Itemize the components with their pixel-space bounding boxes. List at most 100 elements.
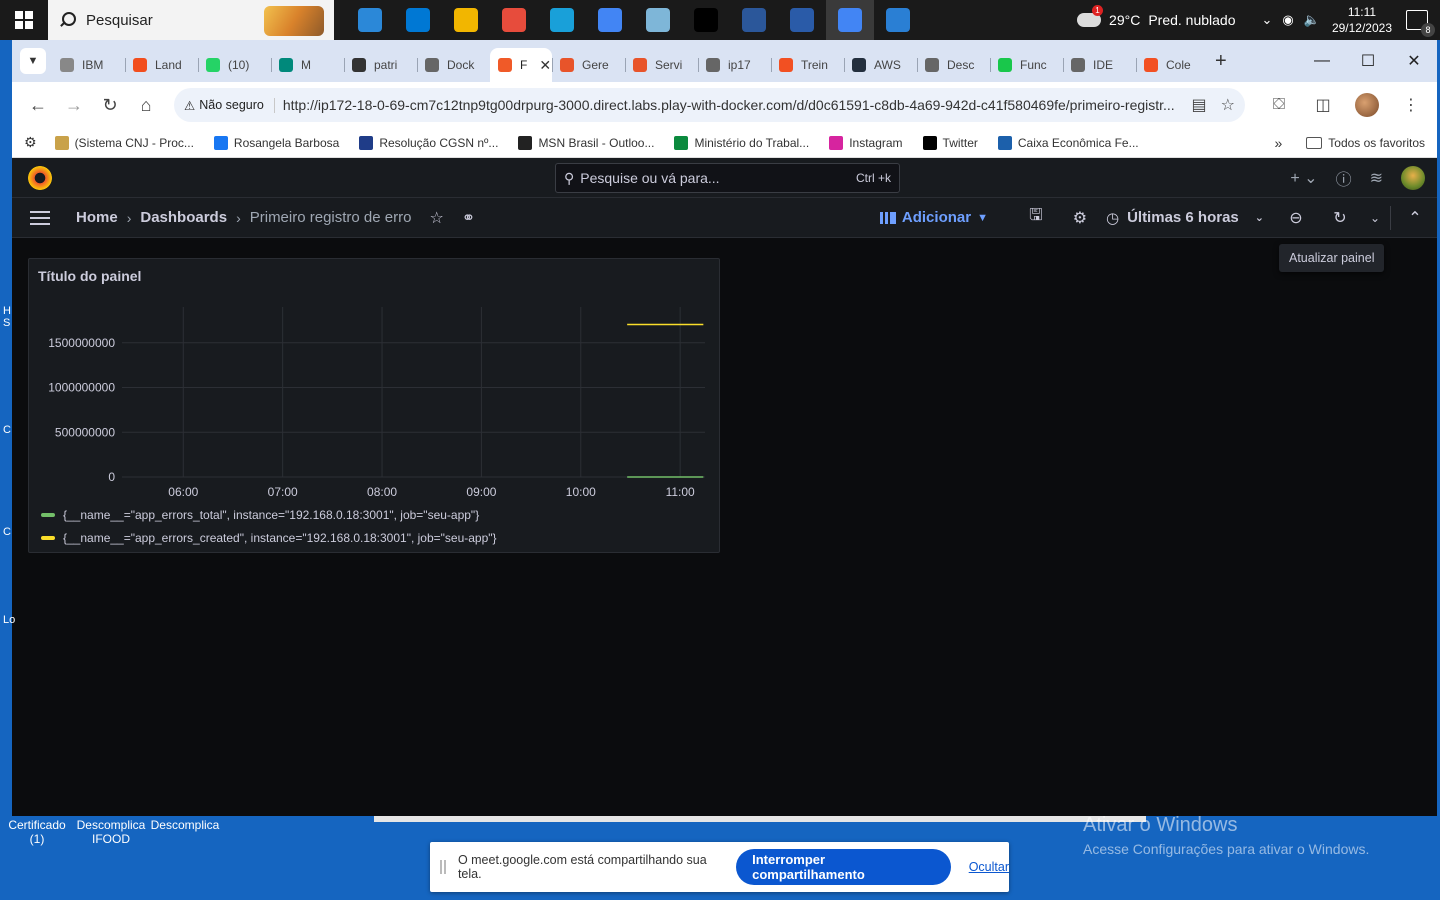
desktop-shortcut-label[interactable]: Descomplica IFOOD [74, 818, 148, 846]
browser-tab[interactable]: Land [125, 48, 198, 82]
save-dashboard-icon[interactable]: 🖫 [1014, 204, 1058, 231]
weather-widget[interactable]: 29°C Pred. nublado [1077, 5, 1236, 28]
settings-gear-icon[interactable]: ⚙ [1058, 208, 1102, 228]
news-feed-icon[interactable]: ≋ [1370, 168, 1383, 188]
clock[interactable]: 11:11 29/12/2023 [1332, 4, 1392, 36]
new-tab-button[interactable]: + [1215, 50, 1227, 73]
browser-tab[interactable]: Func [990, 48, 1063, 82]
desktop-shortcut-label[interactable]: Descomplica [148, 818, 222, 846]
url-text[interactable]: http://ip172-18-0-69-cm7c12tnp9tg00drpur… [283, 97, 1178, 113]
browser-tab[interactable]: Dock [417, 48, 490, 82]
time-series-chart[interactable]: 06:00 07:00 08:00 09:00 10:00 11:00 0 500000000… [29, 259, 721, 499]
speaker-icon[interactable]: 🔈 [1304, 12, 1320, 28]
security-indicator[interactable]: ⚠ Não seguro [184, 97, 275, 113]
bookmark-item[interactable]: Caixa Econômica Fe... [997, 135, 1139, 150]
back-button[interactable]: ← [22, 89, 54, 121]
legend-item[interactable]: {__name__="app_errors_created", instance… [41, 526, 497, 549]
browser-tab[interactable]: IDE [1063, 48, 1136, 82]
zoom-out-icon[interactable]: ⊖ [1274, 208, 1318, 228]
bookmark-item[interactable]: Ministério do Trabal... [674, 135, 809, 150]
bookmark-item[interactable]: Resolução CGSN nº... [359, 135, 498, 150]
system-tray[interactable]: ⌄ ◉ 🔈 [1262, 12, 1320, 28]
reload-button[interactable]: ↻ [94, 89, 126, 121]
browser-tab[interactable]: IBM [52, 48, 125, 82]
menu-icon[interactable]: ⋮ [1395, 89, 1427, 121]
user-avatar[interactable] [1401, 165, 1425, 190]
breadcrumb-home[interactable]: Home [76, 209, 118, 226]
browser-tab[interactable]: AWS [844, 48, 917, 82]
refresh-tooltip: Atualizar painel [1279, 244, 1385, 272]
minimize-button[interactable]: — [1299, 40, 1345, 82]
drag-handle-icon[interactable] [440, 860, 446, 874]
taskbar-search[interactable]: Pesquisar [48, 0, 334, 40]
close-tab-icon[interactable]: ✕ [539, 57, 551, 74]
bookmark-globe-icon[interactable]: ⚙ [24, 134, 37, 151]
menu-toggle-icon[interactable] [30, 207, 50, 229]
maximize-button[interactable]: ☐ [1345, 40, 1391, 82]
browser-tab[interactable]: F ✕ [490, 48, 552, 82]
tab-search-button[interactable]: ▼ [20, 48, 46, 74]
browser-tab[interactable]: Cole [1136, 48, 1209, 82]
search-shortcut: Ctrl +k [855, 171, 891, 185]
bookmark-item[interactable]: Twitter [922, 135, 978, 150]
start-button[interactable] [0, 0, 48, 40]
time-range-picker[interactable]: ◷ Últimas 6 horas ⌄ [1106, 209, 1264, 227]
stop-sharing-button[interactable]: Interromper compartilhamento [736, 849, 951, 885]
translate-icon[interactable]: ▤ [1192, 95, 1207, 115]
taskbar-app-0[interactable] [346, 0, 394, 40]
legend-item[interactable]: {__name__="app_errors_total", instance="… [41, 503, 497, 526]
taskbar-app-9[interactable] [778, 0, 826, 40]
taskbar-app-4[interactable] [538, 0, 586, 40]
refresh-interval-dropdown[interactable]: ⌄ [1362, 211, 1388, 225]
browser-tab[interactable]: patri [344, 48, 417, 82]
help-icon[interactable]: ⓘ [1336, 166, 1352, 190]
add-button[interactable]: Adicionar ▼ [879, 209, 988, 226]
profile-avatar[interactable] [1351, 89, 1383, 121]
hide-link[interactable]: Ocultar [969, 860, 1009, 874]
browser-tab[interactable]: Servi [625, 48, 698, 82]
forward-button[interactable]: → [58, 89, 90, 121]
taskbar-app-3[interactable] [490, 0, 538, 40]
taskbar-app-5[interactable] [586, 0, 634, 40]
close-window-button[interactable]: ✕ [1391, 40, 1437, 82]
browser-tab[interactable]: (10) [198, 48, 271, 82]
camera-icon[interactable]: ◉ [1282, 12, 1293, 28]
refresh-icon[interactable]: ↻ [1318, 208, 1362, 228]
bookmark-star-icon[interactable]: ☆ [1221, 95, 1235, 115]
grafana-search-input[interactable]: ⚲ Pesquise ou vá para... Ctrl +k [555, 163, 900, 193]
extensions-icon[interactable]: ⛋ [1263, 89, 1295, 121]
dashboard-panel[interactable]: Título do painel 06:00 07:00 08:00 09:00 10:… [28, 258, 720, 553]
taskbar-app-7[interactable] [682, 0, 730, 40]
browser-tab[interactable]: M [271, 48, 344, 82]
side-panel-icon[interactable]: ◫ [1307, 89, 1339, 121]
chevron-up-icon[interactable]: ⌄ [1262, 12, 1273, 28]
taskbar-app-11[interactable] [874, 0, 922, 40]
horizontal-scrollbar[interactable] [374, 816, 1146, 822]
bookmark-item[interactable]: Instagram [829, 135, 903, 150]
taskbar-app-10[interactable] [826, 0, 874, 40]
star-icon[interactable]: ☆ [429, 208, 443, 228]
taskbar-app-6[interactable] [634, 0, 682, 40]
bookmark-item[interactable]: Rosangela Barbosa [213, 135, 339, 150]
browser-tab[interactable]: Trein [771, 48, 844, 82]
home-button[interactable]: ⌂ [130, 89, 162, 121]
browser-tab[interactable]: ip17 [698, 48, 771, 82]
share-icon[interactable]: ⚭ [462, 208, 475, 228]
browser-tab[interactable]: Desc [917, 48, 990, 82]
more-bookmarks-button[interactable]: » [1274, 135, 1282, 151]
grafana-logo-icon[interactable] [28, 165, 52, 190]
address-bar[interactable]: ⚠ Não seguro http://ip172-18-0-69-cm7c12… [174, 88, 1245, 122]
taskbar-app-2[interactable] [442, 0, 490, 40]
bookmark-item[interactable]: (Sistema CNJ - Proc... [54, 135, 194, 150]
desktop-shortcut-label[interactable]: Certificado (1) [0, 818, 74, 846]
taskbar-app-1[interactable] [394, 0, 442, 40]
taskbar-app-8[interactable] [730, 0, 778, 40]
bookmark-item[interactable]: MSN Brasil - Outloo... [518, 135, 654, 150]
breadcrumb-dashboards[interactable]: Dashboards [140, 209, 227, 226]
windows-activation-watermark: Ativar o Windows Acesse Configurações pa… [1083, 814, 1369, 857]
browser-tab[interactable]: Gere [552, 48, 625, 82]
all-favorites-folder[interactable]: Todos os favoritos [1306, 136, 1425, 150]
collapse-chevron-up-icon[interactable]: ⌃ [1393, 208, 1437, 228]
notifications-button[interactable]: 8 [1406, 10, 1435, 37]
new-menu-button[interactable]: + ⌄ [1290, 168, 1317, 188]
